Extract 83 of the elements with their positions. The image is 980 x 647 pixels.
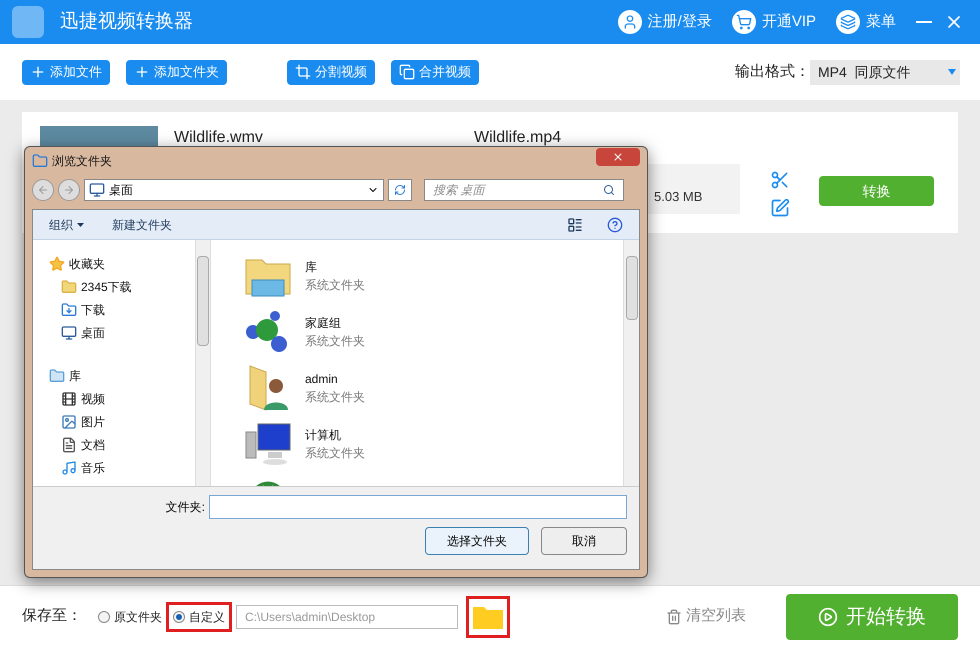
nav-item[interactable]: 下载	[49, 298, 195, 321]
folder-item[interactable]: 计算机 系统文件夹	[243, 416, 623, 472]
source-file-name: Wildlife.wmv	[174, 128, 264, 148]
select-folder-button[interactable]: 选择文件夹	[425, 527, 529, 555]
cancel-button[interactable]: 取消	[541, 527, 627, 555]
folder-download-icon	[61, 302, 77, 318]
folder-icon	[49, 368, 65, 384]
folder-icon	[61, 278, 77, 294]
document-icon	[61, 436, 77, 452]
film-icon	[61, 390, 77, 406]
item-name: 库	[305, 259, 318, 276]
radio-button[interactable]	[173, 610, 185, 622]
help-icon[interactable]	[607, 216, 623, 232]
dialog-close-button[interactable]	[596, 148, 640, 166]
search-field[interactable]: 搜索 桌面	[424, 179, 624, 201]
close-icon	[612, 151, 624, 163]
forward-button[interactable]	[58, 179, 80, 201]
item-name: 家庭组	[305, 315, 342, 332]
new-folder-button[interactable]: 新建文件夹	[112, 216, 172, 234]
dialog-title: 浏览文件夹	[52, 153, 112, 170]
folder-item[interactable]: 家庭组 系统文件夹	[243, 304, 623, 360]
dropdown-caret-icon	[77, 222, 84, 226]
folder-input[interactable]	[209, 495, 627, 519]
nav-item[interactable]: 收藏夹	[49, 252, 195, 275]
app-title: 迅捷视频转换器	[60, 10, 193, 34]
back-button[interactable]	[32, 179, 54, 201]
minimize-icon	[916, 21, 932, 23]
refresh-button[interactable]	[388, 179, 412, 201]
organize-menu[interactable]: 组织	[49, 216, 84, 234]
folder-item[interactable]: 库 系统文件夹	[243, 248, 623, 304]
radio-option[interactable]: 自定义	[166, 602, 232, 632]
nav-item[interactable]: 音乐	[49, 456, 195, 479]
copy-icon	[399, 64, 415, 80]
folder-button[interactable]	[466, 596, 510, 638]
user-icon	[618, 10, 642, 34]
item-type: 系统文件夹	[305, 389, 365, 406]
monitor-icon	[61, 324, 77, 340]
item-type: 系统文件夹	[305, 277, 365, 294]
cart-icon	[732, 10, 756, 34]
search-icon	[603, 184, 615, 196]
folder-label: 文件夹:	[166, 499, 205, 516]
nav-item[interactable]: 图片	[49, 410, 195, 433]
layers-icon	[836, 10, 860, 34]
nav-item[interactable]: 文档	[49, 433, 195, 456]
radio-option[interactable]: 原文件夹	[94, 602, 166, 632]
back-arrow-icon	[37, 184, 49, 196]
address-bar[interactable]: 桌面	[84, 179, 384, 201]
view-options-icon[interactable]	[567, 216, 583, 232]
output-file-name: Wildlife.mp4	[474, 128, 562, 148]
scissors-icon[interactable]	[770, 170, 790, 190]
plus-icon	[134, 64, 150, 80]
dropdown-caret-icon	[948, 69, 956, 75]
monitor-icon	[89, 182, 105, 198]
folder-item[interactable]: admin 系统文件夹	[243, 360, 623, 416]
crop-icon	[295, 64, 311, 80]
trash-icon	[666, 608, 682, 624]
music-note-icon	[61, 460, 77, 476]
item-type: 系统文件夹	[305, 445, 365, 462]
edit-icon[interactable]	[770, 198, 790, 218]
file-size: 5.03 MB	[654, 188, 702, 206]
folder-icon	[473, 604, 503, 628]
radio-button[interactable]	[98, 610, 110, 622]
item-name: 计算机	[305, 427, 342, 444]
plus-icon	[30, 64, 46, 80]
dialog-folder-icon	[32, 153, 48, 169]
picture-icon	[61, 414, 77, 430]
forward-arrow-icon	[63, 184, 75, 196]
address-text: 桌面	[109, 182, 133, 199]
clear-list-button[interactable]: 清空列表	[666, 605, 746, 628]
nav-item[interactable]: 2345下载	[49, 275, 195, 298]
star-icon	[49, 256, 65, 272]
save-to-label: 保存至：	[22, 606, 82, 626]
nav-item[interactable]: 桌面	[49, 321, 195, 344]
app-logo-icon	[12, 6, 44, 38]
format-dropdown[interactable]: MP4 同原文件	[810, 60, 960, 84]
format-label: 输出格式：	[735, 62, 810, 82]
refresh-icon	[394, 184, 406, 196]
play-icon	[818, 606, 838, 626]
nav-item[interactable]: 视频	[49, 387, 195, 410]
item-type: 系统文件夹	[305, 333, 365, 350]
nav-item[interactable]: 库	[49, 364, 195, 387]
computer-icon	[244, 422, 292, 466]
item-name: admin	[305, 371, 339, 388]
